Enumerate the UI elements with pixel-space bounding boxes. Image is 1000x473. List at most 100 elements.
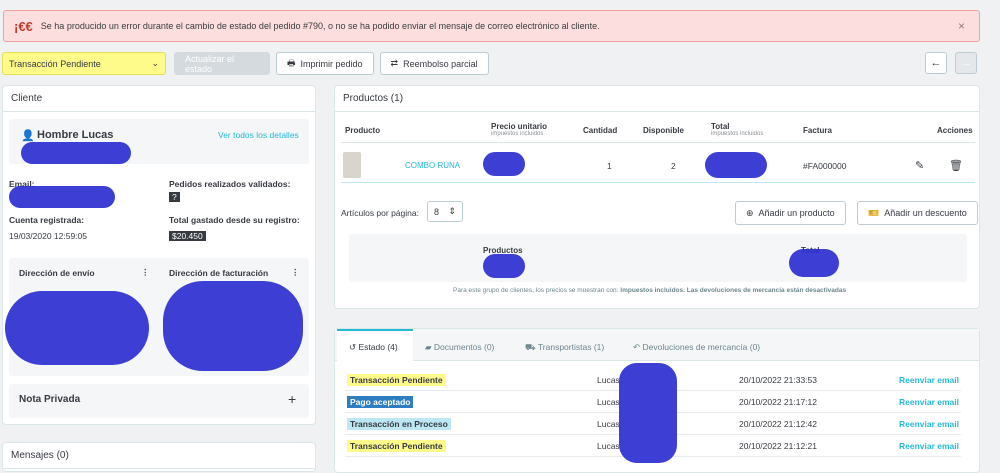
- messages-header: Mensajes (0): [3, 443, 315, 469]
- col-unit-price: Precio unitario impuestos incluidos: [491, 122, 548, 137]
- history-user: Lucas: [597, 419, 620, 429]
- partial-refund-button[interactable]: ⇄ Reembolso parcial: [379, 52, 489, 75]
- history-user: Lucas: [597, 397, 620, 407]
- table-divider: [341, 142, 975, 143]
- redaction: [483, 254, 525, 278]
- prev-order-button[interactable]: ←: [925, 52, 947, 74]
- resend-email-link[interactable]: Reenviar email: [899, 419, 959, 429]
- close-icon[interactable]: ×: [958, 19, 965, 33]
- status-select[interactable]: Transacción Pendiente ⌄: [2, 52, 166, 75]
- user-icon: 👤: [21, 130, 35, 142]
- redaction: [789, 249, 839, 277]
- col-actions: Acciones: [937, 126, 973, 135]
- history-card: ↺ Estado (4) ▰ Documentos (0) ⛟ Transpor…: [334, 328, 980, 473]
- plus-circle-icon: ⊕: [746, 207, 754, 218]
- registered-label: Cuenta registrada:: [9, 215, 85, 225]
- client-card-header: Cliente: [3, 86, 315, 112]
- product-invoice: #FA000000: [803, 161, 847, 171]
- history-date: 20/10/2022 21:33:53: [739, 375, 817, 385]
- exchange-icon: ⇄: [390, 58, 399, 68]
- redaction: [483, 152, 525, 176]
- redaction: [21, 142, 131, 164]
- add-discount-button[interactable]: 🎫 Añadir un descuento: [857, 201, 978, 225]
- product-quantity: 1: [607, 161, 612, 171]
- alert-message: Se ha producido un error durante el camb…: [40, 21, 600, 31]
- partial-refund-label: Reembolso parcial: [403, 58, 478, 69]
- more-icon[interactable]: ⋮: [291, 267, 300, 278]
- products-card: Productos (1) Producto Precio unitario im…: [334, 85, 980, 309]
- tab-history[interactable]: ↺ Estado (4): [349, 342, 398, 353]
- client-name: Hombre Lucas: [37, 129, 114, 141]
- status-select-value: Transacción Pendiente: [9, 58, 101, 69]
- private-note-label: Nota Privada: [19, 394, 81, 405]
- col-quantity: Cantidad: [583, 126, 618, 135]
- registered-value: 19/03/2020 12:59:05: [9, 231, 87, 241]
- redaction: [9, 186, 115, 208]
- chevron-down-icon: ⌄: [151, 58, 159, 68]
- product-available: 2: [671, 161, 676, 171]
- messages-card: Mensajes (0): [2, 442, 316, 472]
- alert-icon: ¡€€: [14, 18, 33, 34]
- redaction: [5, 291, 149, 365]
- more-icon[interactable]: ⋮: [141, 267, 150, 278]
- view-details-link[interactable]: Ver todos los detalles: [218, 130, 299, 140]
- col-product: Producto: [345, 126, 381, 135]
- col-total: Total impuestos incluidos: [711, 122, 764, 137]
- history-date: 20/10/2022 21:17:12: [739, 397, 817, 407]
- client-card: Cliente 👤 Hombre Lucas Ver todos los det…: [2, 85, 316, 425]
- add-product-button[interactable]: ⊕ Añadir un producto: [735, 201, 846, 225]
- pencil-icon[interactable]: ✎: [915, 159, 924, 172]
- tab-returns[interactable]: ↶ Devoluciones de mercancía (0): [633, 342, 760, 353]
- add-discount-label: Añadir un descuento: [884, 208, 967, 218]
- tab-carriers[interactable]: ⛟ Transportistas (1): [525, 342, 604, 354]
- printer-icon: 🖶: [287, 57, 296, 68]
- print-order-label: Imprimir pedido: [300, 58, 363, 69]
- col-invoice: Factura: [803, 126, 832, 135]
- row-divider: [341, 182, 975, 183]
- order-toolbar: Transacción Pendiente ⌄ Actualizar el es…: [2, 52, 489, 75]
- tax-note: Para este grupo de clientes, los precios…: [453, 287, 847, 294]
- products-header: Productos (1): [335, 86, 979, 112]
- per-page-value: 8: [434, 206, 440, 217]
- status-badge: Pago aceptado: [347, 396, 414, 408]
- resend-email-link[interactable]: Reenviar email: [899, 397, 959, 407]
- billing-address-label: Dirección de facturación: [169, 268, 269, 278]
- truck-icon: ⛟: [525, 342, 536, 352]
- col-available: Disponible: [643, 126, 684, 135]
- redaction: [619, 363, 677, 463]
- product-name-link[interactable]: COMBO RUNA: [405, 161, 460, 170]
- history-user: Lucas: [597, 441, 620, 451]
- update-status-button[interactable]: Actualizar el estado: [174, 52, 270, 75]
- resend-email-link[interactable]: Reenviar email: [899, 375, 959, 385]
- tab-documents[interactable]: ▰ Documentos (0): [425, 342, 494, 353]
- history-date: 20/10/2022 21:12:42: [739, 419, 817, 429]
- total-spent-value: $20.450: [169, 231, 206, 241]
- redaction: [705, 152, 767, 178]
- ticket-icon: 🎫: [868, 207, 880, 218]
- folder-icon: ▰: [425, 342, 432, 352]
- per-page-label: Artículos por página:: [341, 208, 419, 218]
- resend-email-link[interactable]: Reenviar email: [899, 441, 959, 451]
- total-spent-label: Total gastado desde su registro:: [169, 215, 300, 225]
- status-badge: Transacción Pendiente: [347, 440, 446, 452]
- history-user: Lucas: [597, 375, 620, 385]
- next-order-button[interactable]: →: [955, 52, 977, 74]
- status-badge: Transacción en Proceso: [347, 418, 451, 430]
- trash-icon[interactable]: 🗑: [949, 159, 963, 172]
- print-order-button[interactable]: 🖶 Imprimir pedido: [276, 52, 374, 75]
- summary-box: [349, 234, 967, 282]
- history-icon: ↺: [349, 342, 357, 352]
- error-alert: ¡€€ Se ha producido un error durante el …: [3, 10, 980, 42]
- redaction: [163, 281, 303, 371]
- orders-count: ?: [169, 192, 180, 202]
- history-date: 20/10/2022 21:12:21: [739, 441, 817, 451]
- add-product-label: Añadir un producto: [758, 208, 835, 218]
- undo-icon: ↶: [633, 342, 641, 352]
- status-badge: Transacción Pendiente: [347, 374, 446, 386]
- per-page-select[interactable]: 8 ⇕: [427, 201, 463, 222]
- add-note-icon[interactable]: +: [288, 391, 296, 407]
- product-thumbnail: [343, 152, 361, 178]
- sort-icon: ⇕: [448, 206, 456, 216]
- shipping-address-label: Dirección de envío: [19, 268, 95, 278]
- orders-label: Pedidos realizados validados:: [169, 179, 291, 189]
